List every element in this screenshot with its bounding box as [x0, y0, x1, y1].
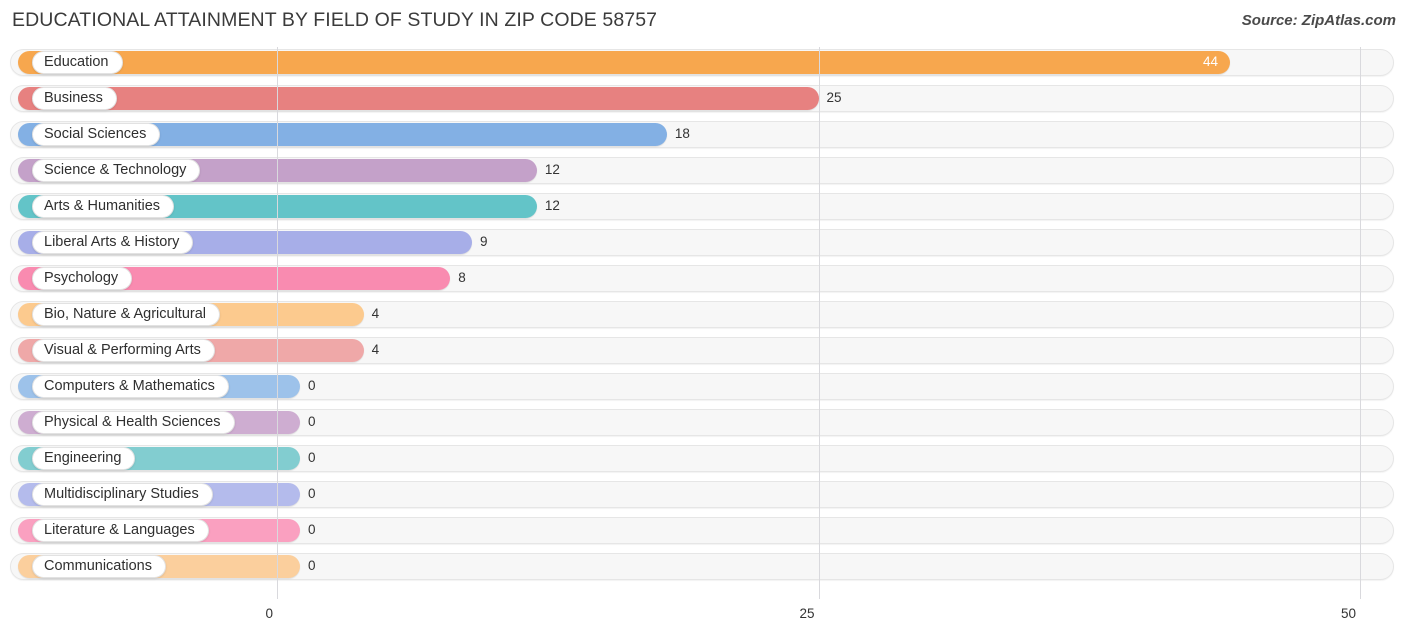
x-axis: 0 25 50: [0, 599, 1406, 631]
bar-value-label: 12: [544, 198, 560, 213]
gridline-0: [277, 47, 278, 599]
x-tick-label: 0: [265, 606, 273, 621]
bar-row[interactable]: Education 44: [0, 44, 1406, 80]
bar-row[interactable]: Social Sciences 18: [0, 116, 1406, 152]
bar-row[interactable]: Liberal Arts & History 9: [0, 224, 1406, 260]
bar-row[interactable]: Multidisciplinary Studies 0: [0, 476, 1406, 512]
bar-label-pill[interactable]: Bio, Nature & Agricultural: [32, 303, 220, 326]
bar-row[interactable]: Psychology 8: [0, 260, 1406, 296]
bar-value-label: 4: [371, 306, 380, 321]
bar-value-label: 0: [308, 378, 316, 393]
bar-fill[interactable]: [18, 51, 1231, 74]
bar-row[interactable]: Computers & Mathematics 0: [0, 368, 1406, 404]
bar-label-pill[interactable]: Literature & Languages: [32, 519, 209, 542]
bar-row[interactable]: Visual & Performing Arts 4: [0, 332, 1406, 368]
bar-label-pill[interactable]: Education: [32, 51, 123, 74]
bar-value-label: 8: [458, 270, 466, 285]
bar-value-label: 4: [371, 342, 380, 357]
bar-label-text: Physical & Health Sciences: [44, 414, 221, 431]
bar-label-pill[interactable]: Communications: [32, 555, 166, 578]
bar-value-label: 25: [826, 90, 842, 105]
bar-label-pill[interactable]: Science & Technology: [32, 159, 201, 182]
bar-label-text: Psychology: [44, 270, 119, 287]
bar-label-text: Arts & Humanities: [44, 198, 161, 215]
bar-label-text: Education: [44, 54, 109, 71]
bar-label-pill[interactable]: Business: [32, 87, 117, 110]
bar-label-text: Liberal Arts & History: [44, 234, 180, 251]
bar-fill[interactable]: [18, 87, 819, 110]
bar-row[interactable]: Literature & Languages 0: [0, 512, 1406, 548]
bar-row[interactable]: Communications 0: [0, 548, 1406, 584]
bar-label-pill[interactable]: Visual & Performing Arts: [32, 339, 215, 362]
bar-row[interactable]: Physical & Health Sciences 0: [0, 404, 1406, 440]
x-tick-label: 25: [799, 606, 815, 621]
bar-label-pill[interactable]: Arts & Humanities: [32, 195, 175, 218]
x-tick-label: 50: [1340, 606, 1356, 621]
bar-label-pill[interactable]: Psychology: [32, 267, 133, 290]
bar-row[interactable]: Arts & Humanities 12: [0, 188, 1406, 224]
bar-row[interactable]: Business 25: [0, 80, 1406, 116]
bar-label-text: Multidisciplinary Studies: [44, 486, 199, 503]
bar-label-pill[interactable]: Multidisciplinary Studies: [32, 483, 213, 506]
bar-label-text: Science & Technology: [44, 162, 187, 179]
bar-rows: Education 44 Business 25 Social Sciences 18 Sc…: [0, 44, 1406, 584]
bar-value-label: 12: [544, 162, 560, 177]
bar-chart: Education 44 Business 25 Social Sciences 18 Sc…: [0, 44, 1406, 631]
gridline-50: [1360, 47, 1361, 599]
page-title: EDUCATIONAL ATTAINMENT BY FIELD OF STUDY…: [12, 9, 658, 31]
bar-value-label: 18: [674, 126, 690, 141]
bar-value-label: 0: [308, 486, 316, 501]
bar-label-pill[interactable]: Engineering: [32, 447, 136, 470]
bar-label-text: Business: [44, 90, 103, 107]
bar-value-label: 0: [308, 450, 316, 465]
bar-label-pill[interactable]: Liberal Arts & History: [32, 231, 194, 254]
bar-label-text: Visual & Performing Arts: [44, 342, 201, 359]
gridline-25: [818, 47, 820, 599]
bar-row[interactable]: Science & Technology 12: [0, 152, 1406, 188]
bar-label-text: Bio, Nature & Agricultural: [44, 306, 206, 323]
bar-value-label: 0: [308, 522, 316, 537]
bar-row[interactable]: Bio, Nature & Agricultural 4: [0, 296, 1406, 332]
bar-label-pill[interactable]: Computers & Mathematics: [32, 375, 229, 398]
chart-header: EDUCATIONAL ATTAINMENT BY FIELD OF STUDY…: [0, 0, 1406, 44]
bar-label-text: Computers & Mathematics: [44, 378, 215, 395]
bar-label-text: Literature & Languages: [44, 522, 195, 539]
bar-value-label: 44: [1203, 54, 1219, 69]
bar-label-text: Social Sciences: [44, 126, 147, 143]
bar-value-label: 0: [308, 558, 316, 573]
bar-label-pill[interactable]: Social Sciences: [32, 123, 161, 146]
bar-label-text: Communications: [44, 558, 152, 575]
bar-value-label: 9: [479, 234, 488, 249]
bar-value-label: 0: [308, 414, 316, 429]
bar-row[interactable]: Engineering 0: [0, 440, 1406, 476]
bar-label-text: Engineering: [44, 450, 122, 467]
bar-label-pill[interactable]: Physical & Health Sciences: [32, 411, 235, 434]
source-attribution: Source: ZipAtlas.com: [1241, 12, 1396, 29]
